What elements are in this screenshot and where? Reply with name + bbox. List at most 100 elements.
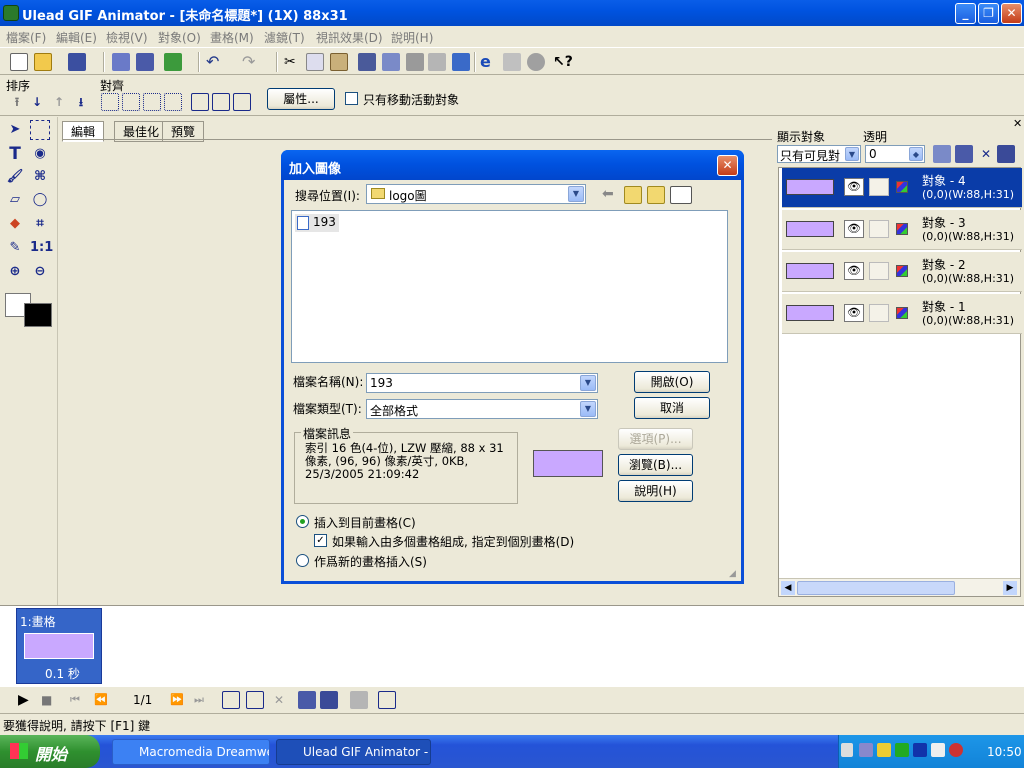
frame-tool-icon[interactable] bbox=[358, 53, 376, 71]
open-button[interactable]: 開啟(O) bbox=[634, 371, 710, 393]
tween-icon[interactable] bbox=[298, 691, 316, 709]
web-icon[interactable] bbox=[527, 53, 545, 71]
new-object-icon[interactable] bbox=[933, 145, 951, 163]
menu-file[interactable]: 檔案(F) bbox=[6, 29, 46, 46]
browse-button[interactable]: 瀏覽(B)... bbox=[618, 454, 693, 476]
app-title-bar[interactable]: Ulead GIF Animator - [未命名標題*] (1X) 88x31… bbox=[0, 0, 1024, 26]
insert-current-radio[interactable] bbox=[296, 515, 309, 528]
paste-icon[interactable] bbox=[330, 53, 348, 71]
properties-button[interactable]: 屬性... bbox=[267, 88, 335, 110]
actual-size-tool-icon[interactable]: 1:1 bbox=[30, 238, 53, 258]
visibility-eye-icon[interactable]: 👁 bbox=[844, 220, 864, 238]
visibility-eye-icon[interactable]: 👁 bbox=[844, 304, 864, 322]
export-icon[interactable] bbox=[136, 53, 154, 71]
file-item-193[interactable]: 193 bbox=[295, 214, 339, 232]
align-left-icon[interactable] bbox=[101, 93, 119, 111]
visibility-eye-icon[interactable]: 👁 bbox=[844, 262, 864, 280]
lock-toggle[interactable] bbox=[869, 178, 889, 196]
security-shield-icon[interactable] bbox=[949, 743, 963, 757]
menu-help[interactable]: 說明(H) bbox=[391, 29, 433, 46]
ellipse-select-tool-icon[interactable]: ◯ bbox=[30, 190, 50, 210]
object-row-1[interactable]: 👁 對象 - 1 (0,0)(W:88,H:31) bbox=[782, 294, 1022, 334]
play-icon[interactable]: ▶ bbox=[18, 691, 36, 709]
frame-1[interactable]: 1:畫格 0.1 秒 bbox=[16, 608, 102, 684]
scroll-right-icon[interactable]: ▶ bbox=[1003, 581, 1017, 595]
panel-close-icon[interactable]: ✕ bbox=[1013, 117, 1022, 130]
object-row-2[interactable]: 👁 對象 - 2 (0,0)(W:88,H:31) bbox=[782, 252, 1022, 292]
cut-icon[interactable]: ✂ bbox=[284, 53, 302, 71]
delete-frame-icon[interactable]: ✕ bbox=[270, 691, 288, 709]
color-picker-tool-icon[interactable]: ◉ bbox=[30, 144, 50, 164]
align-middle-icon[interactable] bbox=[191, 93, 209, 111]
previous-frame-icon[interactable]: ⏪ bbox=[94, 691, 112, 709]
object-properties-icon[interactable] bbox=[997, 145, 1015, 163]
align-right-icon[interactable] bbox=[233, 93, 251, 111]
frame-properties-icon[interactable] bbox=[406, 53, 424, 71]
chevron-down-icon[interactable]: ▼ bbox=[580, 401, 596, 417]
text-tool-icon[interactable]: T bbox=[5, 144, 25, 164]
align-vcenter-icon[interactable] bbox=[212, 93, 230, 111]
optimize-icon[interactable] bbox=[428, 53, 446, 71]
object-row-3[interactable]: 👁 對象 - 3 (0,0)(W:88,H:31) bbox=[782, 210, 1022, 250]
browser-preview-icon[interactable]: e bbox=[480, 53, 498, 71]
context-help-icon[interactable]: ↖? bbox=[553, 53, 573, 71]
view-menu-icon[interactable] bbox=[670, 186, 692, 204]
delete-object-icon[interactable]: ✕ bbox=[977, 145, 995, 163]
last-frame-icon[interactable]: ⏭ bbox=[194, 691, 212, 709]
align-bottom-icon[interactable] bbox=[164, 93, 182, 111]
add-frame-icon[interactable] bbox=[222, 691, 240, 709]
first-frame-icon[interactable]: ⏮ bbox=[70, 691, 88, 709]
filetype-select[interactable]: 全部格式 ▼ bbox=[366, 399, 598, 419]
insert-new-radio[interactable] bbox=[296, 554, 309, 567]
menu-view[interactable]: 檢視(V) bbox=[106, 29, 148, 46]
volume-icon[interactable] bbox=[931, 743, 945, 757]
move-down-icon[interactable]: ↓ bbox=[28, 93, 46, 111]
options-button[interactable]: 選項(P)... bbox=[618, 428, 693, 450]
duplicate-object-icon[interactable] bbox=[955, 145, 973, 163]
menu-video-effect[interactable]: 視訊效果(D) bbox=[316, 29, 383, 46]
file-list[interactable]: 193 bbox=[291, 210, 728, 363]
chevron-down-icon[interactable]: ▼ bbox=[845, 147, 859, 161]
align-top-icon[interactable] bbox=[143, 93, 161, 111]
menu-frame[interactable]: 畫格(M) bbox=[210, 29, 254, 46]
brush-tool-icon[interactable]: 🖌 bbox=[5, 167, 25, 187]
only-moving-checkbox[interactable] bbox=[345, 92, 358, 105]
antivirus-icon[interactable] bbox=[895, 743, 909, 757]
help-button[interactable]: 說明(H) bbox=[618, 480, 693, 502]
bring-front-icon[interactable]: ⭱ bbox=[8, 93, 26, 111]
next-frame-icon[interactable]: ⏩ bbox=[170, 691, 188, 709]
eyedropper-tool-icon[interactable]: ✎ bbox=[5, 238, 25, 258]
scroll-left-icon[interactable]: ◀ bbox=[781, 581, 795, 595]
pointer-tool-icon[interactable]: ➤ bbox=[5, 120, 25, 140]
color-tool-icon[interactable] bbox=[164, 53, 182, 71]
duplicate-frame-icon[interactable] bbox=[246, 691, 264, 709]
zoom-out-tool-icon[interactable]: ⊖ bbox=[30, 262, 50, 282]
spinner-arrows-icon[interactable]: ◆ bbox=[909, 147, 923, 161]
lock-toggle[interactable] bbox=[869, 220, 889, 238]
menu-object[interactable]: 對象(O) bbox=[158, 29, 201, 46]
task-gif-animator[interactable]: Ulead GIF Animator - ... bbox=[276, 739, 431, 765]
lasso-tool-icon[interactable]: ⌘ bbox=[30, 167, 50, 187]
menu-edit[interactable]: 編輯(E) bbox=[56, 29, 97, 46]
align-center-icon[interactable] bbox=[122, 93, 140, 111]
monitor-icon[interactable] bbox=[913, 743, 927, 757]
stop-icon[interactable]: ■ bbox=[41, 691, 59, 709]
network-icon[interactable] bbox=[859, 743, 873, 757]
show-objects-select[interactable]: 只有可見對 ▼ bbox=[777, 145, 861, 163]
cancel-button[interactable]: 取消 bbox=[634, 397, 710, 419]
horizontal-scrollbar[interactable]: ◀ ▶ bbox=[779, 578, 1020, 596]
open-folder-icon[interactable] bbox=[34, 53, 52, 71]
new-file-icon[interactable] bbox=[10, 53, 28, 71]
app-icon[interactable] bbox=[3, 5, 19, 21]
transparency-spinner[interactable]: 0 ◆ bbox=[865, 145, 925, 163]
fill-tool-icon[interactable]: ◆ bbox=[5, 214, 25, 234]
scroll-thumb[interactable] bbox=[797, 581, 955, 595]
resize-grip-icon[interactable]: ◢ bbox=[729, 569, 739, 579]
visibility-eye-icon[interactable]: 👁 bbox=[844, 178, 864, 196]
menu-filter[interactable]: 濾鏡(T) bbox=[264, 29, 305, 46]
undo-icon[interactable]: ↶ bbox=[206, 53, 224, 71]
save-icon[interactable] bbox=[68, 53, 86, 71]
import-icon[interactable] bbox=[112, 53, 130, 71]
lock-toggle[interactable] bbox=[869, 262, 889, 280]
start-button[interactable]: 開始 bbox=[0, 735, 100, 768]
